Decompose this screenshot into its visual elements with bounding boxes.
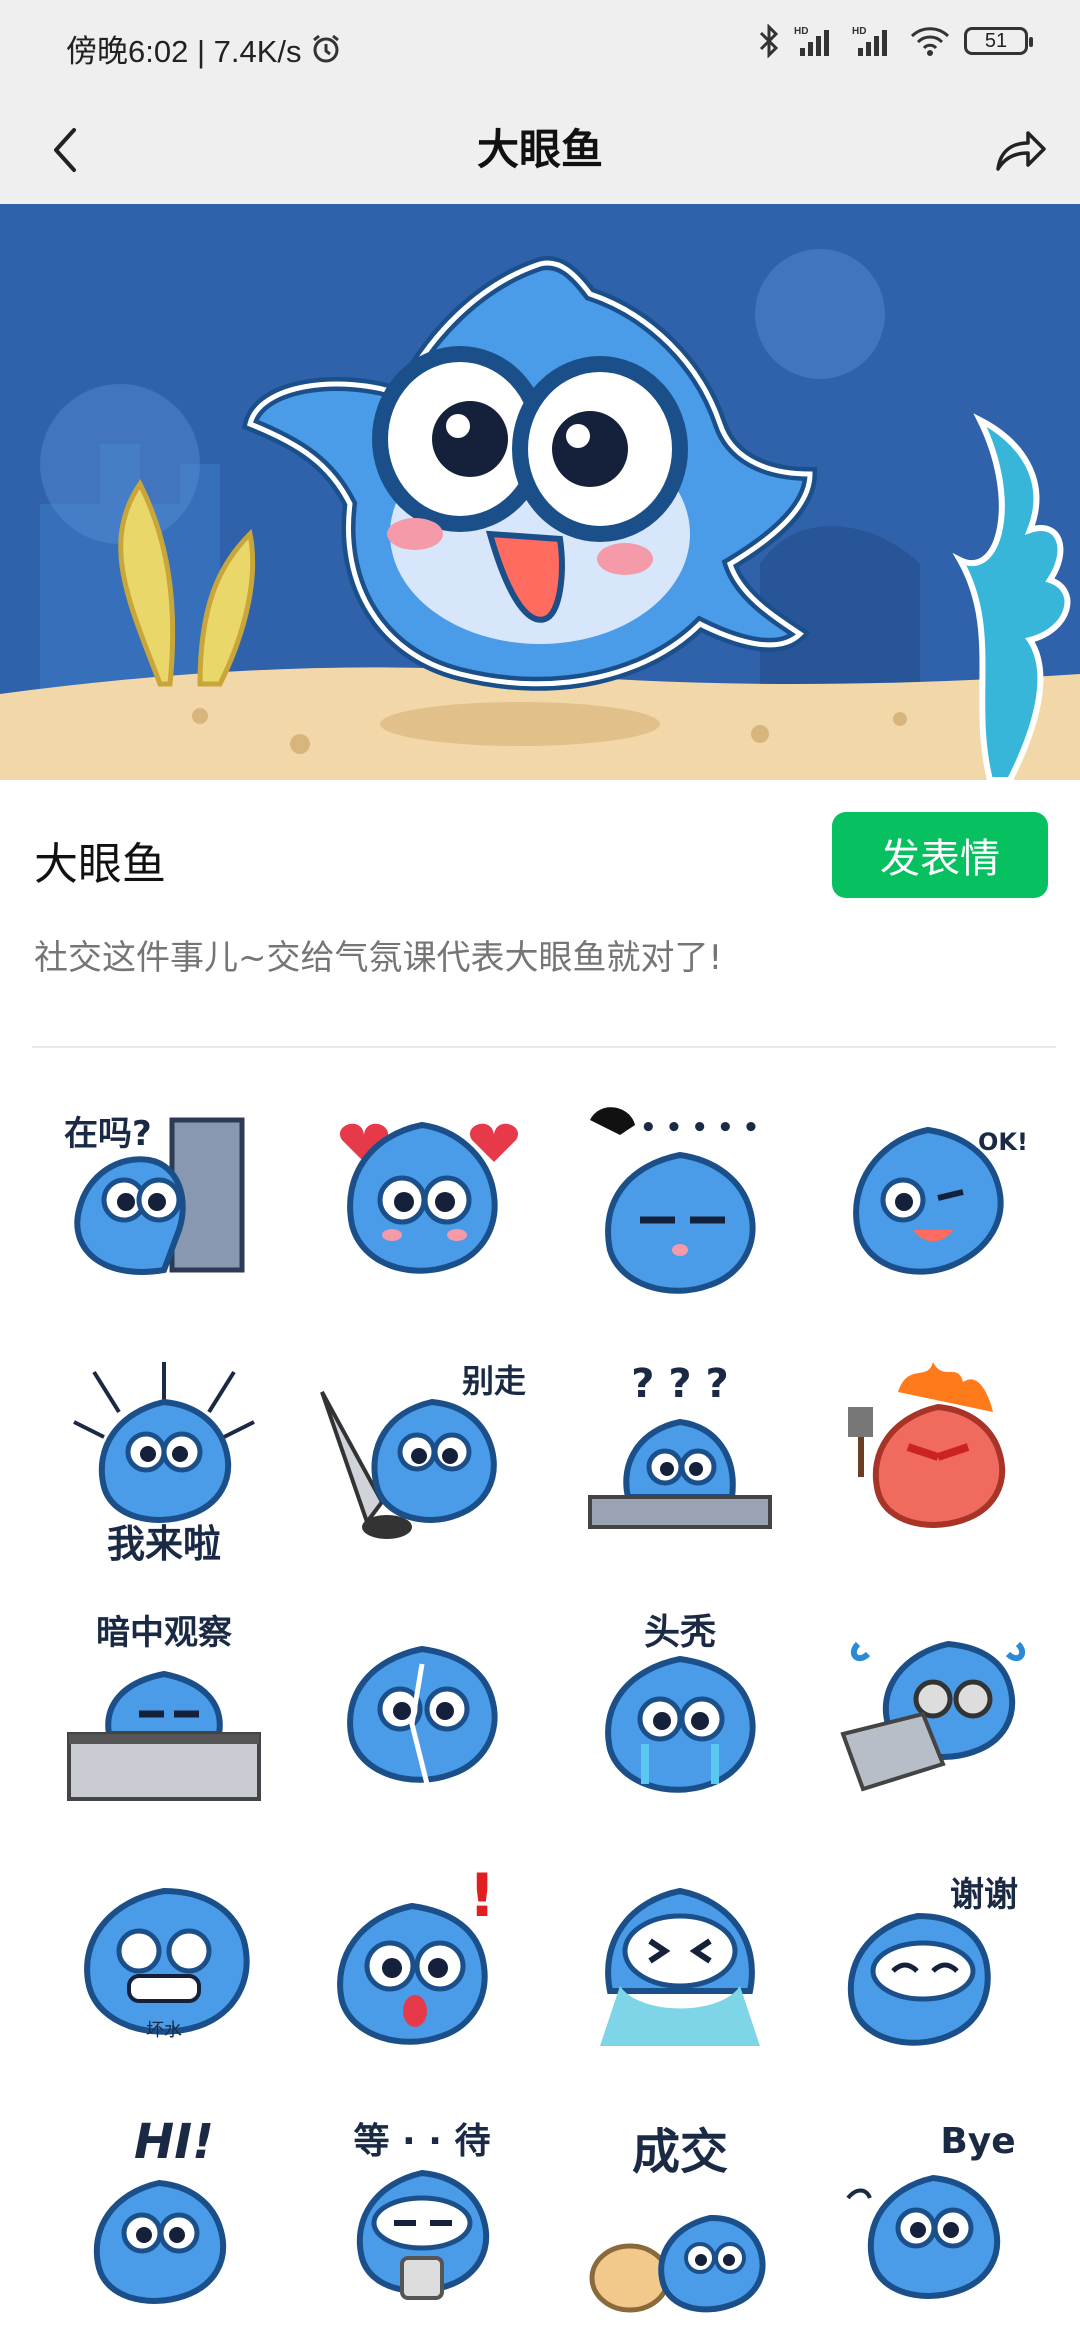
pack-description: 社交这件事儿~交给气氛课代表大眼鱼就对了!: [34, 938, 723, 978]
sticker-caption: 头秃: [644, 1612, 716, 1653]
bluetooth-icon: [759, 24, 779, 58]
sticker-caption: 在吗?: [64, 1114, 152, 1154]
page-title: 大眼鱼: [476, 125, 603, 174]
sticker-item[interactable]: 成交: [570, 2108, 790, 2328]
svg-text:HD: HD: [794, 26, 808, 37]
sticker-caption: 谢谢: [950, 1875, 1018, 1915]
sticker-item[interactable]: 暗中观察: [54, 1604, 274, 1824]
nav-bar: 大眼鱼: [0, 96, 1080, 204]
status-right: HD HD 51: [758, 24, 1033, 58]
pack-name: 大眼鱼: [34, 839, 166, 890]
sticker-caption: 我来啦: [107, 1522, 221, 1566]
banner-illustration: [0, 204, 1080, 780]
pack-info: 大眼鱼 发表情 社交这件事儿~交给气氛课代表大眼鱼就对了!: [0, 780, 1080, 1050]
sticker-item[interactable]: 别走: [312, 1352, 532, 1572]
hd-signal-icon: HD: [794, 26, 829, 56]
sticker-item[interactable]: [570, 1856, 790, 2076]
sticker-item[interactable]: !: [312, 1856, 532, 2076]
sticker-caption: OK!: [978, 1128, 1028, 1156]
sticker-item[interactable]: Bye: [828, 2108, 1048, 2328]
sticker-caption: ? ? ?: [631, 1361, 728, 1407]
divider: [32, 1046, 1056, 1048]
sticker-item[interactable]: [312, 1604, 532, 1824]
sticker-item[interactable]: 坏水: [54, 1856, 274, 2076]
sticker-item[interactable]: HI!: [54, 2108, 274, 2328]
svg-text:HD: HD: [852, 26, 866, 37]
send-sticker-button[interactable]: 发表情: [832, 812, 1048, 898]
alarm-icon: [312, 34, 339, 62]
status-left: 傍晚6:02 | 7.4K/s: [66, 26, 342, 71]
sticker-item[interactable]: • • • • •: [570, 1100, 790, 1320]
sticker-item[interactable]: 我来啦: [54, 1352, 274, 1572]
battery-icon: 51: [964, 27, 1033, 55]
sticker-caption: 等 · · 待: [354, 2121, 491, 2162]
sticker-item[interactable]: OK!: [828, 1100, 1048, 1320]
sticker-caption: !: [468, 1861, 495, 1931]
sticker-item[interactable]: [312, 1100, 532, 1320]
sticker-item[interactable]: ? ? ?: [570, 1352, 790, 1572]
sticker-item[interactable]: 谢谢: [828, 1856, 1048, 2076]
sticker-caption: 成交: [632, 2124, 728, 2180]
sticker-caption: 别走: [462, 1362, 526, 1400]
sticker-banner-image: [0, 204, 1080, 780]
sticker-caption: Bye: [940, 2121, 1015, 2162]
share-arrow-icon: [996, 131, 1046, 171]
sticker-item[interactable]: 头秃: [570, 1604, 790, 1824]
wifi-icon: [910, 27, 950, 56]
status-time: 傍晚6:02 | 7.4K/s: [66, 34, 302, 69]
status-bar: 傍晚6:02 | 7.4K/s HD HD 51: [0, 0, 1080, 96]
sticker-item[interactable]: [828, 1352, 1048, 1572]
sticker-item[interactable]: [828, 1604, 1048, 1824]
sticker-caption: • • • • •: [640, 1113, 759, 1143]
sticker-caption: 坏水: [146, 2020, 182, 2041]
sticker-item[interactable]: 在吗?: [54, 1100, 274, 1320]
battery-level: 51: [984, 29, 1008, 52]
sticker-item[interactable]: 等 · · 待: [312, 2108, 532, 2328]
share-button[interactable]: [984, 114, 1056, 186]
hd-signal-icon: HD: [852, 26, 887, 56]
sticker-caption: 暗中观察: [96, 1613, 232, 1653]
sticker-caption: HI!: [134, 2114, 214, 2170]
